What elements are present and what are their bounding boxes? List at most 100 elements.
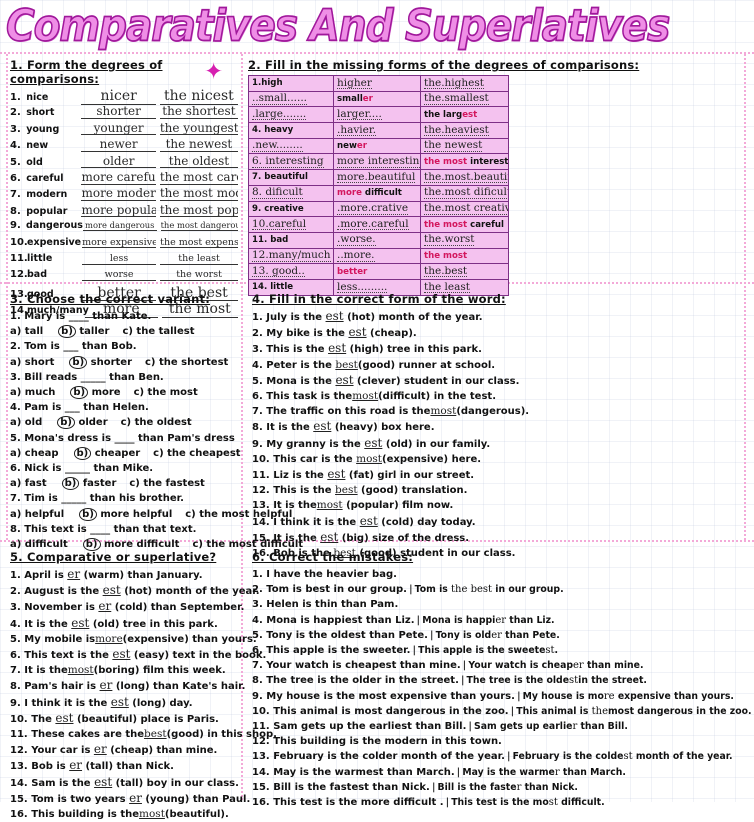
comparative-answer[interactable]: more dangerous bbox=[82, 221, 157, 231]
superlative-answer[interactable]: the oldest bbox=[159, 155, 238, 169]
handwritten-answer[interactable]: .more.crative bbox=[337, 203, 409, 215]
choice-b-circled[interactable]: b) bbox=[70, 386, 89, 400]
filled-answer[interactable]: est bbox=[328, 341, 346, 355]
handwritten-answer[interactable]: the.worst bbox=[424, 234, 475, 246]
choice-b-circled[interactable]: b) bbox=[73, 446, 92, 460]
correction-suffix[interactable]: the bbox=[592, 706, 608, 717]
handwritten-answer[interactable]: the.most dificult bbox=[424, 187, 508, 199]
correction-text[interactable]: February is the coldest month of the yea… bbox=[513, 751, 733, 762]
handwritten-answer[interactable]: 6. interesting bbox=[252, 156, 324, 168]
superlative-answer[interactable]: the shortest bbox=[159, 105, 238, 119]
choice-c[interactable]: c) the tallest bbox=[122, 326, 194, 337]
correction-suffix[interactable]: er bbox=[495, 615, 506, 626]
superlative-answer[interactable]: the youngest bbox=[159, 122, 238, 136]
cell-superlative[interactable]: the.most dificult bbox=[420, 184, 509, 202]
cell-base[interactable]: 7. beautiful bbox=[248, 169, 334, 186]
cell-superlative[interactable]: the most bbox=[420, 247, 509, 265]
choice-b-circled[interactable]: b) bbox=[57, 416, 75, 430]
correction-text[interactable]: Tony is older than Pete. bbox=[436, 630, 560, 641]
cell-superlative[interactable]: the.highest bbox=[420, 75, 509, 92]
filled-answer[interactable]: est bbox=[111, 695, 129, 709]
handwritten-answer[interactable]: higher bbox=[337, 78, 372, 90]
cell-comparative[interactable]: more.beautiful bbox=[333, 169, 421, 186]
choice-c[interactable]: c) the oldest bbox=[121, 417, 192, 428]
superlative-answer[interactable]: the nicest bbox=[159, 89, 238, 105]
filled-answer[interactable]: est bbox=[112, 647, 130, 661]
handwritten-answer[interactable]: .more.careful bbox=[337, 219, 409, 231]
correction-suffix[interactable]: st bbox=[623, 751, 632, 762]
cell-base[interactable]: 6. interesting bbox=[248, 153, 334, 171]
superlative-answer[interactable]: the newest bbox=[159, 138, 238, 152]
correction-text[interactable]: Bill is the faster than Nick. bbox=[438, 782, 578, 793]
correction-text[interactable]: Your watch is cheaper than mine. bbox=[468, 660, 643, 671]
filled-answer[interactable]: most bbox=[317, 499, 343, 511]
handwritten-answer[interactable]: .large....... bbox=[252, 109, 307, 121]
cell-comparative[interactable]: better bbox=[333, 263, 421, 280]
handwritten-answer[interactable]: .new........ bbox=[252, 140, 303, 152]
choice-b-circled[interactable]: b) bbox=[79, 507, 97, 521]
filled-answer[interactable]: er bbox=[94, 742, 107, 756]
cell-superlative[interactable]: the largest bbox=[420, 106, 509, 124]
cell-superlative[interactable]: the newest bbox=[420, 137, 509, 155]
cell-base[interactable]: 4. heavy bbox=[248, 122, 334, 139]
filled-answer[interactable]: best bbox=[144, 728, 167, 740]
correction-text[interactable]: This apple is the sweetest. bbox=[418, 645, 558, 656]
correction-text[interactable]: Tom is the best in our group. bbox=[415, 584, 564, 595]
filled-answer[interactable]: est bbox=[360, 514, 378, 528]
filled-answer[interactable]: est bbox=[326, 309, 344, 323]
choice-c[interactable]: c) the cheapest bbox=[153, 448, 240, 459]
choice-b-text[interactable]: taller bbox=[79, 326, 109, 337]
choice-b-text[interactable]: older bbox=[78, 417, 107, 428]
superlative-answer[interactable]: the most expensive bbox=[160, 238, 238, 249]
filled-answer[interactable]: most bbox=[68, 664, 94, 676]
comparative-answer[interactable]: nicer bbox=[81, 89, 156, 105]
comparative-answer[interactable]: less bbox=[82, 254, 157, 265]
filled-answer[interactable]: est bbox=[348, 325, 366, 339]
cell-base[interactable]: 10.careful bbox=[248, 216, 334, 233]
superlative-answer[interactable]: the most modern bbox=[159, 187, 238, 201]
filled-answer[interactable]: best bbox=[335, 359, 358, 371]
cell-base[interactable]: 1.high bbox=[248, 75, 334, 92]
filled-answer[interactable]: est bbox=[55, 711, 73, 725]
filled-answer[interactable]: est bbox=[364, 436, 382, 450]
cell-comparative[interactable]: higher bbox=[333, 75, 421, 92]
choice-a[interactable]: a) fast bbox=[10, 478, 47, 489]
correction-suffix[interactable]: st bbox=[545, 645, 554, 656]
cell-superlative[interactable]: the most interesting bbox=[420, 153, 509, 171]
comparative-answer[interactable]: more expensive bbox=[82, 238, 157, 249]
filled-answer[interactable]: est bbox=[327, 467, 345, 481]
cell-base[interactable]: 11. bad bbox=[248, 231, 334, 249]
choice-b-circled[interactable]: b) bbox=[61, 477, 80, 491]
cell-comparative[interactable]: larger.... bbox=[333, 106, 421, 124]
filled-answer[interactable]: er bbox=[98, 599, 111, 613]
correction-text[interactable]: The tree is the oldestin the street. bbox=[467, 675, 647, 686]
correction-text[interactable]: This animal is themost dangerous in the … bbox=[516, 706, 751, 717]
cell-base[interactable]: 13. good.. bbox=[248, 263, 334, 280]
superlative-answer[interactable]: the most dangerous bbox=[160, 221, 238, 231]
correction-suffix[interactable]: st bbox=[549, 797, 558, 808]
choice-a[interactable]: a) short bbox=[10, 357, 54, 368]
cell-superlative[interactable]: the.most.beautiful bbox=[420, 169, 509, 186]
cell-superlative[interactable]: the most careful bbox=[420, 216, 509, 233]
handwritten-answer[interactable]: 13. good.. bbox=[252, 266, 305, 278]
handwritten-answer[interactable]: the.smallest bbox=[424, 93, 489, 105]
filled-answer[interactable]: er bbox=[100, 678, 113, 692]
handwritten-answer[interactable]: larger.... bbox=[337, 109, 382, 121]
cell-base[interactable]: 8. dificult bbox=[248, 184, 334, 202]
cell-base[interactable]: ..small...... bbox=[248, 90, 334, 108]
comparative-answer[interactable]: more modern bbox=[81, 187, 156, 201]
handwritten-answer[interactable]: 10.careful bbox=[252, 219, 307, 231]
choice-b-text[interactable]: cheaper bbox=[95, 448, 140, 459]
choice-a[interactable]: a) tall bbox=[10, 326, 43, 337]
comparative-answer[interactable]: older bbox=[81, 155, 156, 169]
correction-text[interactable]: My house is more expensive than yours. bbox=[523, 691, 734, 702]
correction-suffix[interactable]: r bbox=[555, 767, 560, 778]
filled-answer[interactable]: most bbox=[139, 808, 165, 820]
choice-a[interactable]: a) cheap bbox=[10, 448, 59, 459]
correction-suffix[interactable]: er bbox=[491, 630, 502, 641]
correction-text[interactable]: Mona is happier than Liz. bbox=[422, 615, 554, 626]
cell-comparative[interactable]: .havier. bbox=[333, 122, 421, 139]
handwritten-answer[interactable]: the.highest bbox=[424, 78, 484, 90]
choice-a[interactable]: a) helpful bbox=[10, 509, 64, 520]
handwritten-answer[interactable]: more.beautiful bbox=[337, 172, 416, 184]
